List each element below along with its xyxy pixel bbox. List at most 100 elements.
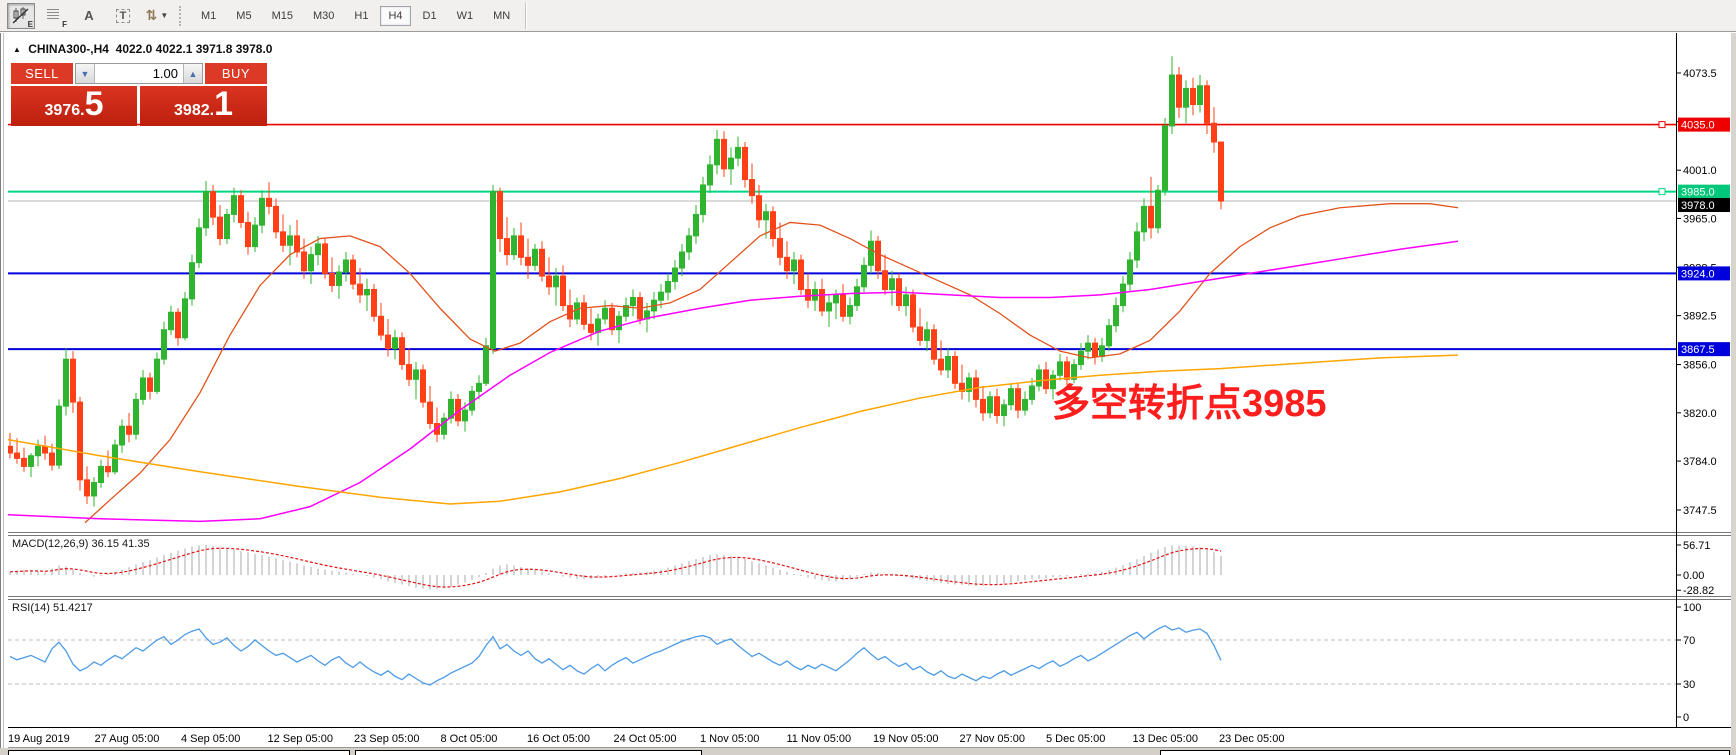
candle	[931, 329, 937, 360]
time-axis-label: 19 Aug 2019	[8, 733, 70, 745]
line-handle[interactable]	[1658, 188, 1666, 196]
candle	[385, 334, 391, 349]
candle	[1148, 205, 1154, 229]
macd-scale-label: 56.71	[1683, 540, 1711, 552]
candle	[161, 329, 167, 360]
candle	[343, 259, 349, 273]
candle	[7, 445, 13, 454]
candle	[1008, 388, 1014, 406]
time-axis-label: 8 Oct 05:00	[441, 733, 498, 745]
candle	[182, 298, 188, 339]
candle	[1085, 342, 1091, 352]
candle	[518, 235, 524, 258]
candle	[770, 211, 776, 240]
candle	[371, 288, 377, 317]
sell-price-main: 3976	[44, 102, 81, 119]
time-axis-label: 5 Dec 05:00	[1046, 733, 1105, 745]
candle	[784, 256, 790, 272]
candle	[952, 356, 958, 384]
candle	[42, 445, 48, 454]
rsi-line	[9, 624, 1222, 686]
candle	[1022, 398, 1028, 411]
sell-button[interactable]: SELL	[11, 63, 73, 84]
candle	[259, 197, 265, 226]
volume-decrease-button[interactable]: ▼	[76, 64, 95, 83]
candle	[763, 211, 769, 221]
rsi-scale-label: 0	[1683, 712, 1689, 724]
candle	[126, 425, 132, 435]
candle	[868, 240, 874, 266]
volume-increase-button[interactable]: ▲	[183, 64, 202, 83]
fast-displaced-ma[interactable]	[84, 203, 1459, 524]
candle	[889, 278, 895, 290]
candle	[539, 248, 545, 277]
candle	[1176, 74, 1182, 108]
candle	[203, 191, 209, 229]
time-axis-label: 24 Oct 05:00	[614, 733, 677, 745]
rsi-scale-label: 30	[1683, 679, 1695, 691]
volume-value[interactable]: 1.00	[95, 64, 183, 83]
chart-text-annotation[interactable]: 多空转折点3985	[1052, 372, 1327, 427]
candle	[700, 184, 706, 215]
time-axis-label: 1 Nov 05:00	[700, 733, 759, 745]
time-axis-label: 27 Aug 05:00	[95, 733, 160, 745]
candle	[924, 329, 930, 341]
candle	[497, 191, 503, 240]
time-axis-label: 12 Sep 05:00	[268, 733, 333, 745]
sell-price-panel[interactable]: 3976. 5	[11, 86, 137, 126]
window-right-border	[1731, 33, 1736, 755]
time-axis-label: 11 Nov 05:00	[787, 733, 852, 745]
time-axis-label: 23 Dec 05:00	[1219, 733, 1284, 745]
rsi-label: RSI(14) 51.4217	[12, 602, 93, 614]
candle	[210, 191, 216, 218]
candle	[168, 311, 174, 331]
chart-ohlc-header: ▲ CHINA300-,H4 4022.0 4022.1 3971.8 3978…	[13, 42, 272, 56]
price-tick-label: 3784.0	[1683, 456, 1717, 468]
candle	[602, 307, 608, 320]
rsi-scale-label: 100	[1683, 602, 1701, 614]
candle	[826, 302, 832, 312]
candle	[301, 251, 307, 272]
candle	[616, 315, 622, 331]
candle	[581, 302, 587, 325]
candle	[1001, 404, 1007, 416]
candle	[147, 377, 153, 392]
candle	[399, 337, 405, 366]
candle	[728, 157, 734, 170]
candle	[133, 398, 139, 435]
candle	[364, 288, 370, 296]
candle	[196, 227, 202, 264]
candle	[917, 326, 923, 341]
candle	[1029, 385, 1035, 400]
candle	[1197, 85, 1203, 106]
candle	[56, 405, 62, 466]
time-axis-label: 23 Sep 05:00	[354, 733, 419, 745]
candle	[609, 307, 615, 331]
candle	[693, 213, 699, 237]
candle	[1162, 125, 1168, 191]
buy-button[interactable]: BUY	[205, 63, 267, 84]
candle	[70, 358, 76, 403]
line-handle[interactable]	[1658, 121, 1666, 129]
candle	[84, 479, 90, 497]
time-axis-label: 4 Sep 05:00	[181, 733, 240, 745]
candle	[280, 231, 286, 246]
candle	[490, 191, 496, 349]
candle	[588, 323, 594, 333]
collapse-triangle-icon[interactable]: ▲	[13, 45, 21, 54]
candle	[91, 482, 97, 497]
candle	[630, 297, 636, 307]
candle	[1078, 350, 1084, 366]
candle	[847, 305, 853, 317]
candle	[994, 396, 1000, 416]
candle	[21, 457, 27, 467]
candle	[378, 315, 384, 336]
candle	[1106, 325, 1112, 347]
candle	[1204, 85, 1210, 124]
candle	[224, 213, 230, 240]
price-badge-label: 4035.0	[1681, 120, 1715, 132]
buy-price-panel[interactable]: 3982. 1	[140, 86, 267, 126]
candle	[707, 164, 713, 186]
candle	[749, 179, 755, 197]
price-tick-label: 3747.5	[1683, 505, 1717, 517]
